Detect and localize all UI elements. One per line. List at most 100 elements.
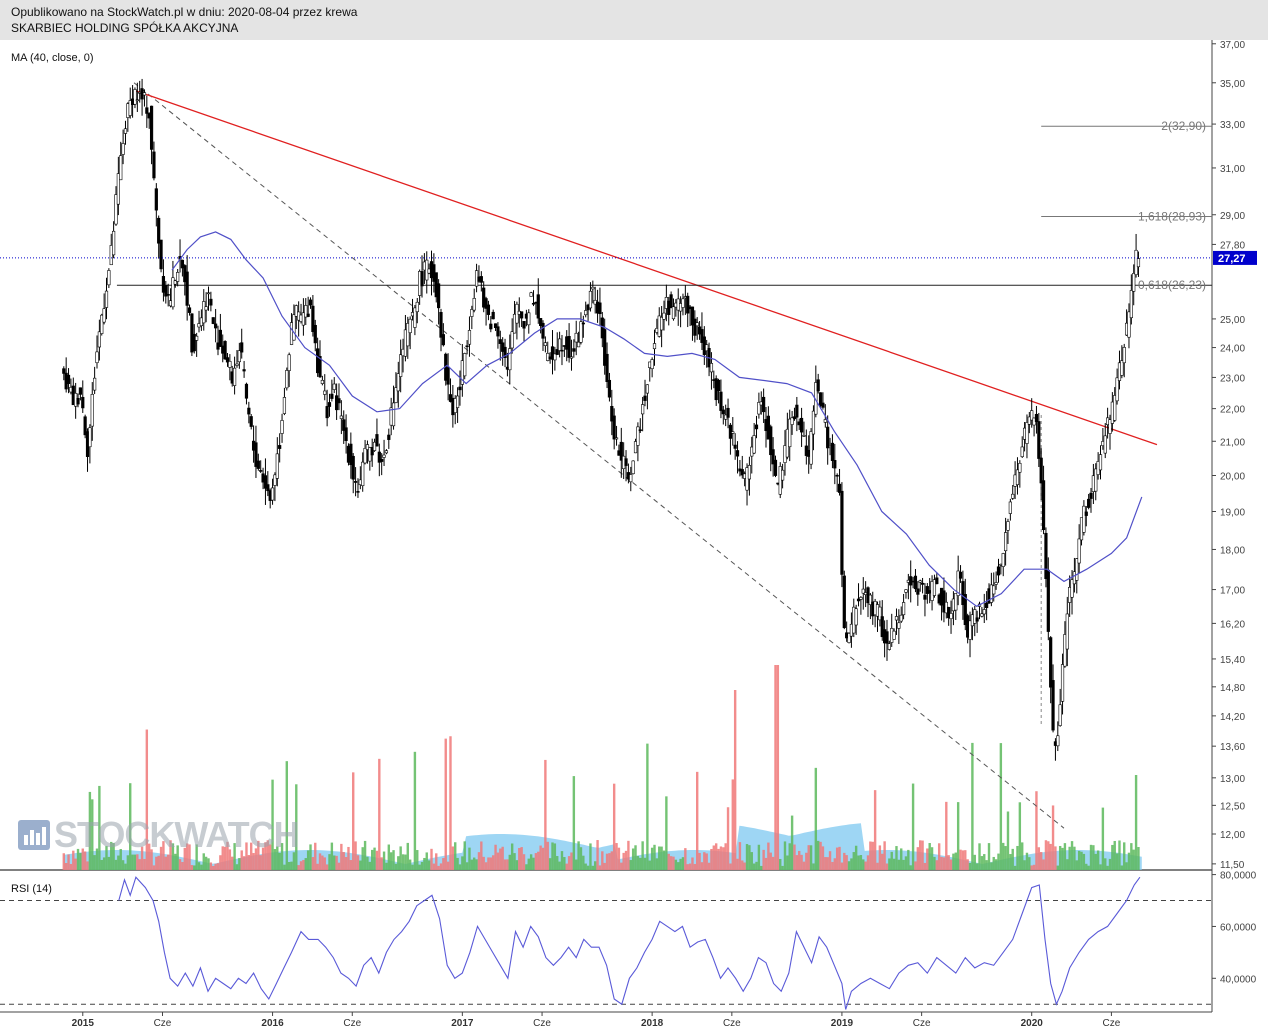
candle-body [650, 359, 654, 370]
candle-body [576, 341, 581, 348]
volume-bar [776, 665, 780, 870]
candle-body [145, 107, 149, 114]
candle-body [1049, 637, 1053, 688]
volume-bar [302, 859, 305, 870]
candle-body [859, 597, 863, 600]
volume-bar [589, 843, 592, 870]
volume-bar [290, 861, 293, 870]
volume-bar [615, 843, 618, 870]
volume-bar [375, 850, 379, 870]
candle-body [773, 459, 778, 476]
volume-bar [212, 865, 215, 870]
volume-bar [363, 840, 367, 870]
price-tick-label: 33,00 [1220, 120, 1245, 131]
rsi-tick-label: 60,0000 [1220, 922, 1257, 933]
volume-bar [835, 847, 839, 870]
volume-bar [529, 854, 533, 870]
volume-bar [193, 865, 196, 870]
volume-bar [544, 759, 547, 870]
price-tick-label: 22,00 [1220, 405, 1245, 416]
volume-bar [914, 861, 917, 870]
volume-bar [1063, 843, 1067, 870]
price-tick-label: 12,00 [1220, 830, 1245, 841]
candle-body [313, 324, 317, 344]
volume-bar [902, 859, 905, 870]
time-tick-label: 2018 [641, 1018, 664, 1029]
time-tick-label: 2017 [451, 1018, 474, 1029]
candle-body [278, 445, 282, 449]
candle-body [90, 394, 94, 427]
candle-body [195, 335, 199, 341]
candle-body [541, 322, 545, 339]
volume-bar [143, 858, 146, 870]
volume-bar [242, 856, 246, 870]
candle-body [1089, 492, 1093, 499]
time-tick-label: Cze [533, 1018, 551, 1029]
candle-body [375, 434, 379, 447]
candle-body [958, 571, 963, 579]
volume-bar [620, 862, 623, 870]
candle-body [830, 442, 835, 461]
candle-body [233, 367, 237, 386]
candle-body [489, 323, 493, 330]
volume-bar [1120, 865, 1124, 870]
volume-bar [563, 857, 566, 870]
volume-bar [487, 857, 490, 870]
volume-bar [843, 852, 846, 870]
rsi-line [118, 876, 1141, 1010]
volume-bar [677, 862, 680, 870]
volume-bar [1089, 844, 1093, 870]
volume-bar [1132, 849, 1135, 870]
volume-bar [705, 853, 708, 870]
volume-bar [477, 852, 481, 870]
volume-bar [985, 860, 988, 870]
volume-bar [864, 861, 867, 870]
candle-body [154, 188, 158, 211]
volume-bar [1039, 852, 1043, 870]
candle-body [121, 143, 125, 155]
volume-bar [314, 842, 317, 870]
volume-bar [138, 859, 141, 870]
volume-bar [352, 772, 355, 870]
volume-bar [904, 856, 908, 870]
volume-bar [767, 842, 770, 870]
volume-bar [102, 857, 106, 870]
stock-chart[interactable]: 37,00 35,00 33,00 31,00 29,00 27,80 25,00 24,00… [0, 0, 1268, 1030]
volume-bar [518, 847, 521, 870]
volume-bar [802, 861, 806, 870]
volume-bar [1101, 807, 1105, 870]
candle-body [726, 407, 730, 418]
candle-body [709, 363, 714, 373]
volume-bar [990, 862, 993, 870]
volume-bar [714, 843, 718, 870]
time-tick-label: 2019 [831, 1018, 854, 1029]
candle-body [949, 613, 953, 620]
candle-body [645, 384, 649, 394]
volume-bar [933, 856, 936, 870]
volume-bar [629, 860, 632, 870]
volume-bar [760, 865, 763, 870]
volume-bar [340, 843, 343, 870]
fib-level-label: 0,618(26,23) [1138, 278, 1206, 292]
candle-body [1006, 521, 1010, 531]
candle-body [1011, 493, 1015, 499]
volume-bar [1035, 791, 1038, 870]
candle-body [1129, 290, 1133, 319]
volume-bar [480, 841, 483, 870]
volume-bar [591, 865, 595, 870]
logo-text: STOCKWATCH [54, 814, 300, 855]
volume-bar [643, 857, 647, 870]
volume-bar [959, 849, 962, 870]
candle-body [491, 311, 495, 320]
candle-body [591, 286, 595, 290]
candle-body [588, 290, 593, 309]
volume-bar [598, 865, 602, 870]
volume-bar [729, 863, 732, 870]
volume-bar [662, 850, 666, 870]
volume-bar [736, 858, 739, 870]
candle-body [282, 397, 287, 414]
volume-bar [672, 856, 675, 870]
volume-bar [449, 736, 452, 870]
volume-bar [859, 855, 863, 870]
volume-bar [387, 844, 391, 870]
